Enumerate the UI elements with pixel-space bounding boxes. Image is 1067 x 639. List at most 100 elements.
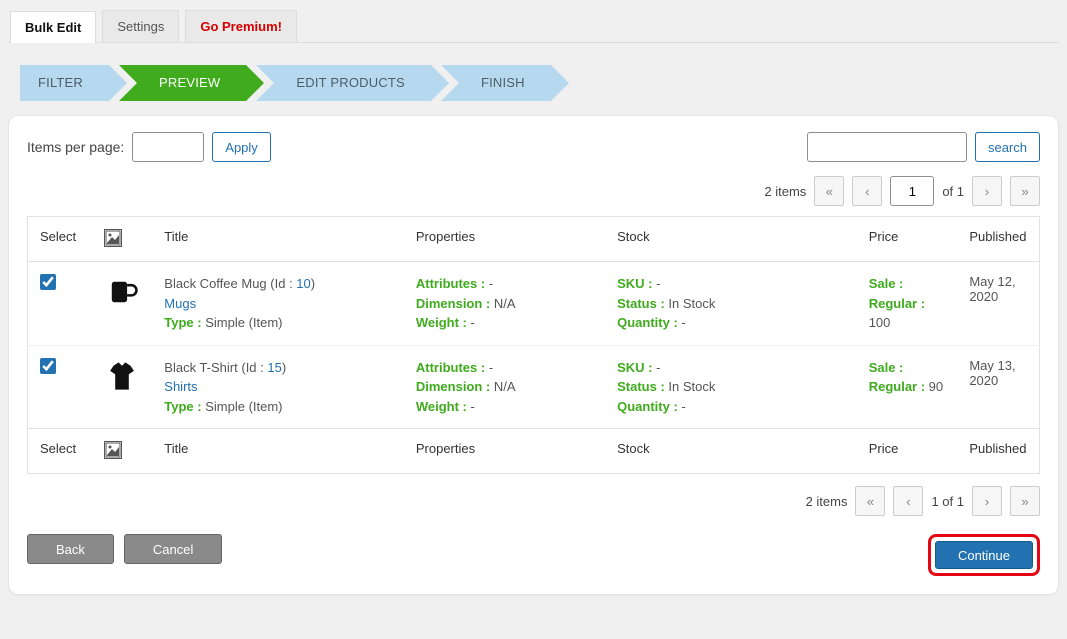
col-published: Published xyxy=(957,217,1039,262)
dimension-label: Dimension : xyxy=(416,379,494,394)
dimension-label: Dimension : xyxy=(416,296,494,311)
dimension-value: N/A xyxy=(494,379,516,394)
table-row: Black T-Shirt (Id : 15) Shirts Type : Simp… xyxy=(28,345,1040,429)
col-select-foot: Select xyxy=(28,429,92,474)
tab-bulk-edit[interactable]: Bulk Edit xyxy=(10,11,96,43)
step-edit-products[interactable]: EDIT PRODUCTS xyxy=(256,65,431,101)
product-title: Black T-Shirt xyxy=(164,360,237,375)
col-properties-foot: Properties xyxy=(404,429,605,474)
page-prev-button[interactable]: ‹ xyxy=(852,176,882,206)
type-label: Type : xyxy=(164,399,205,414)
weight-label: Weight : xyxy=(416,399,471,414)
page-last-button[interactable]: » xyxy=(1010,176,1040,206)
product-category-link[interactable]: Mugs xyxy=(164,296,196,311)
regular-label: Regular : xyxy=(869,379,929,394)
col-image-foot xyxy=(92,429,152,474)
col-select: Select xyxy=(28,217,92,262)
page-last-button[interactable]: » xyxy=(1010,486,1040,516)
pagination-top: 2 items « ‹ of 1 › » xyxy=(27,176,1040,206)
image-icon xyxy=(104,441,122,459)
status-label: Status : xyxy=(617,379,668,394)
pagination-bottom: 2 items « ‹ 1 of 1 › » xyxy=(27,486,1040,516)
product-category-link[interactable]: Shirts xyxy=(164,379,197,394)
sku-label: SKU : xyxy=(617,360,656,375)
tab-go-premium[interactable]: Go Premium! xyxy=(185,10,297,42)
panel-footer: Back Cancel Continue xyxy=(27,534,1040,576)
back-button[interactable]: Back xyxy=(27,534,114,564)
status-label: Status : xyxy=(617,296,668,311)
col-image xyxy=(92,217,152,262)
weight-value: - xyxy=(471,399,475,414)
product-id: (Id : 15) xyxy=(241,360,286,375)
attributes-label: Attributes : xyxy=(416,360,489,375)
col-title-foot: Title xyxy=(152,429,404,474)
quantity-label: Quantity : xyxy=(617,315,681,330)
step-filter[interactable]: FILTER xyxy=(20,65,109,101)
continue-button[interactable]: Continue xyxy=(935,541,1033,569)
type-label: Type : xyxy=(164,315,205,330)
status-value: In Stock xyxy=(668,296,715,311)
item-count: 2 items xyxy=(806,494,848,509)
apply-button[interactable]: Apply xyxy=(212,132,271,162)
page-text: 1 of 1 xyxy=(931,494,964,509)
step-finish[interactable]: FINISH xyxy=(441,65,551,101)
type-value: Simple (Item) xyxy=(205,399,282,414)
published-date: May 13, 2020 xyxy=(957,345,1039,429)
sku-label: SKU : xyxy=(617,276,656,291)
sale-label: Sale : xyxy=(869,276,904,291)
search-button[interactable]: search xyxy=(975,132,1040,162)
attributes-value: - xyxy=(489,276,493,291)
sku-value: - xyxy=(656,360,660,375)
table-row: Black Coffee Mug (Id : 10) Mugs Type : Sim… xyxy=(28,262,1040,346)
sale-label: Sale : xyxy=(869,360,904,375)
quantity-value: - xyxy=(681,315,685,330)
type-value: Simple (Item) xyxy=(205,315,282,330)
status-value: In Stock xyxy=(668,379,715,394)
search-input[interactable] xyxy=(807,132,967,162)
continue-highlight: Continue xyxy=(928,534,1040,576)
page-first-button[interactable]: « xyxy=(855,486,885,516)
top-tabs: Bulk Edit Settings Go Premium! xyxy=(8,8,1059,43)
col-stock-foot: Stock xyxy=(605,429,857,474)
attributes-value: - xyxy=(489,360,493,375)
col-price: Price xyxy=(857,217,958,262)
row-checkbox[interactable] xyxy=(40,358,56,374)
attributes-label: Attributes : xyxy=(416,276,489,291)
regular-label: Regular : xyxy=(869,296,925,311)
items-per-page-input[interactable] xyxy=(132,132,204,162)
tab-settings[interactable]: Settings xyxy=(102,10,179,42)
products-table: Select Title Properties Stock Price Publ… xyxy=(27,216,1040,474)
dimension-value: N/A xyxy=(494,296,516,311)
wizard-steps: FILTER PREVIEW EDIT PRODUCTS FINISH xyxy=(8,65,1059,101)
weight-label: Weight : xyxy=(416,315,471,330)
product-title: Black Coffee Mug xyxy=(164,276,266,291)
cancel-button[interactable]: Cancel xyxy=(124,534,222,564)
page-input[interactable] xyxy=(890,176,934,206)
item-count: 2 items xyxy=(764,184,806,199)
regular-value: 90 xyxy=(929,379,943,394)
page-next-button[interactable]: › xyxy=(972,486,1002,516)
col-properties: Properties xyxy=(404,217,605,262)
product-thumbnail xyxy=(104,274,140,310)
quantity-label: Quantity : xyxy=(617,399,681,414)
product-id: (Id : 10) xyxy=(270,276,315,291)
row-checkbox[interactable] xyxy=(40,274,56,290)
items-per-page-label: Items per page: xyxy=(27,139,124,155)
regular-value: 100 xyxy=(869,315,891,330)
product-thumbnail xyxy=(104,358,140,394)
published-date: May 12, 2020 xyxy=(957,262,1039,346)
image-icon xyxy=(104,229,122,247)
col-published-foot: Published xyxy=(957,429,1039,474)
page-of-text: of 1 xyxy=(942,184,964,199)
page-prev-button[interactable]: ‹ xyxy=(893,486,923,516)
page-first-button[interactable]: « xyxy=(814,176,844,206)
col-stock: Stock xyxy=(605,217,857,262)
step-preview[interactable]: PREVIEW xyxy=(119,65,246,101)
weight-value: - xyxy=(471,315,475,330)
preview-panel: Items per page: Apply search 2 items « ‹… xyxy=(8,115,1059,595)
col-price-foot: Price xyxy=(857,429,958,474)
page-next-button[interactable]: › xyxy=(972,176,1002,206)
sku-value: - xyxy=(656,276,660,291)
toolbar: Items per page: Apply search xyxy=(27,132,1040,162)
quantity-value: - xyxy=(681,399,685,414)
